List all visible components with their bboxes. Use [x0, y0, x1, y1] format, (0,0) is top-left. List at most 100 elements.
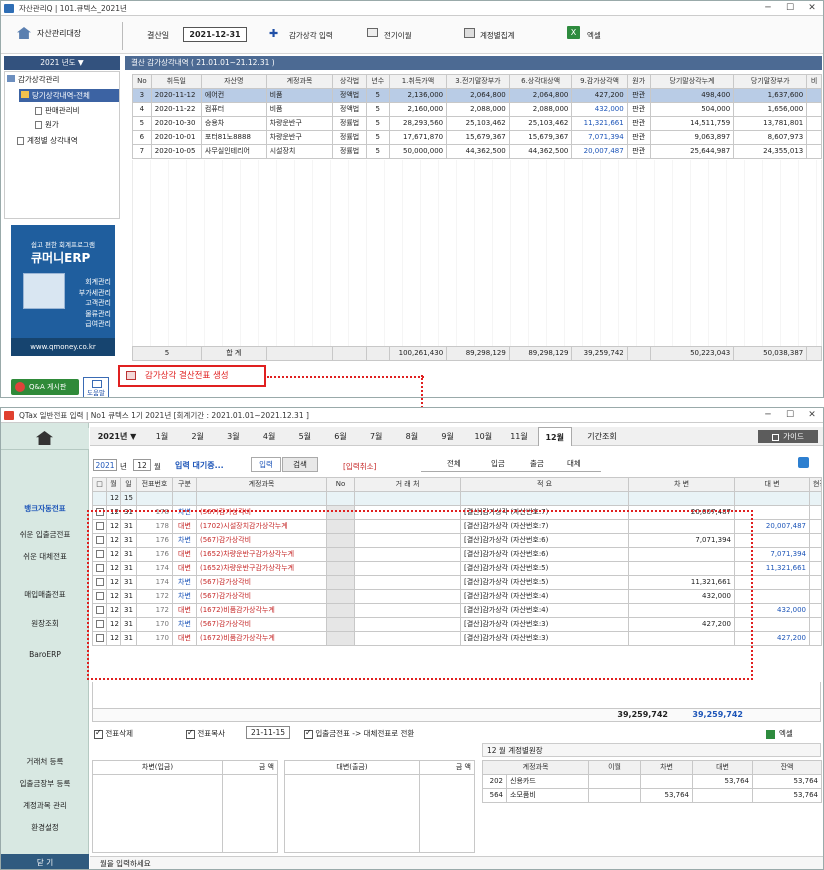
- generate-closing-voucher-button[interactable]: 감가상각 결산전표 생성: [118, 365, 266, 387]
- filter-deposit[interactable]: 입금: [491, 458, 505, 469]
- voucher-col-header[interactable]: 적 요: [460, 477, 629, 492]
- close-icon[interactable]: ✕: [805, 409, 819, 422]
- month-tab-7[interactable]: 7월: [359, 427, 393, 446]
- convert-voucher-checkbox[interactable]: 입출금전표 -> 대체전표로 전환: [304, 728, 414, 739]
- entry-customer[interactable]: [354, 491, 461, 506]
- month-input[interactable]: 12: [133, 459, 151, 471]
- month-tab-8[interactable]: 8월: [395, 427, 429, 446]
- month-tab-1[interactable]: 1월: [145, 427, 179, 446]
- asset-ledger-button[interactable]: 자산관리대장: [13, 25, 113, 45]
- asset-col-header[interactable]: 당기말장부가: [733, 74, 808, 89]
- filter-all[interactable]: 전체: [447, 458, 461, 469]
- entry-day-input[interactable]: 15: [120, 491, 137, 506]
- asset-col-header[interactable]: 취득일: [150, 74, 202, 89]
- asset-row[interactable]: 6 2020-10-01 포터81노8888 차량운반구 정률법 5 17,671,870 1…: [132, 130, 822, 145]
- asset-col-header[interactable]: 상각법: [332, 74, 367, 89]
- entry-site[interactable]: [809, 491, 822, 506]
- sidebar-baroerp[interactable]: BaroERP: [1, 650, 89, 659]
- month-tab-6[interactable]: 6월: [324, 427, 358, 446]
- asset-col-header[interactable]: No: [132, 74, 152, 89]
- sidebar-settings[interactable]: 환경설정: [1, 822, 89, 833]
- tree-item-cost[interactable]: 원가: [35, 119, 59, 130]
- sidebar-cashbook[interactable]: 입출금장부 등록: [1, 778, 89, 789]
- sidebar-easy-cash[interactable]: 쉬운 입출금전표: [1, 529, 89, 540]
- depreciation-input-button[interactable]: 감가상각 입력: [289, 30, 333, 41]
- filter-withdraw[interactable]: 출금: [530, 458, 544, 469]
- maximize-icon[interactable]: ☐: [783, 409, 797, 422]
- asset-row[interactable]: 7 2020-10-05 사무실인테리어 시설장치 정률법 5 50,000,000 44,3…: [132, 144, 822, 159]
- help-button[interactable]: 도움말: [83, 377, 109, 397]
- voucher-col-header[interactable]: 대 변: [734, 477, 810, 492]
- close-icon[interactable]: ✕: [805, 2, 819, 15]
- year-selector[interactable]: 2021 년도 ▼: [4, 56, 120, 70]
- sidebar-ledger[interactable]: 원장조회: [1, 618, 89, 629]
- home-button[interactable]: [1, 428, 89, 450]
- voucher-col-header[interactable]: No: [326, 477, 355, 492]
- sidebar-purchase-sales[interactable]: 매입매출전표: [1, 589, 89, 600]
- refresh-icon[interactable]: [798, 457, 809, 468]
- month-tab-2[interactable]: 2월: [181, 427, 215, 446]
- voucher-col-header[interactable]: 현장: [809, 477, 822, 492]
- carry-forward-button[interactable]: 전기이월: [384, 30, 412, 41]
- entry-month-input[interactable]: 12: [106, 491, 121, 506]
- entry-memo[interactable]: [460, 491, 629, 506]
- tab-input[interactable]: 입력: [251, 457, 281, 472]
- month-tab-9[interactable]: 9월: [431, 427, 465, 446]
- voucher-col-header[interactable]: 거 래 처: [354, 477, 461, 492]
- entry-account[interactable]: [196, 491, 327, 506]
- asset-row[interactable]: 4 2020-11-22 컴퓨터 비품 정액법 5 2,160,000 2,088,000 2,…: [132, 102, 822, 117]
- asset-col-header[interactable]: 비: [806, 74, 822, 89]
- sidebar-easy-transfer[interactable]: 쉬운 대체전표: [1, 551, 89, 562]
- asset-row[interactable]: 3 2020-11-12 에어컨 비품 정액법 5 2,136,000 2,064,800 2,…: [132, 88, 822, 103]
- month-tab-10[interactable]: 10월: [466, 427, 500, 446]
- copy-date-input[interactable]: 21-11-15: [246, 726, 290, 739]
- entry-type[interactable]: [172, 491, 197, 506]
- year-input[interactable]: 2021: [93, 459, 117, 471]
- month-tab-5[interactable]: 5월: [288, 427, 322, 446]
- qa-board-button[interactable]: Q&A 게시판: [11, 379, 79, 395]
- period-search-button[interactable]: 기간조회: [578, 427, 626, 446]
- sidebar-accounts[interactable]: 계정과목 관리: [1, 800, 89, 811]
- asset-col-header[interactable]: 3.전기말장부가: [446, 74, 510, 89]
- asset-col-header[interactable]: 년수: [365, 74, 390, 89]
- account-summary-button[interactable]: 계정별집계: [480, 30, 515, 41]
- tree-item-all[interactable]: 당기상각내역-전체: [19, 89, 119, 102]
- voucher-col-header[interactable]: 구분: [172, 477, 197, 492]
- copy-voucher-checkbox[interactable]: 전표복사: [186, 728, 225, 739]
- guide-button[interactable]: 가이드: [758, 430, 818, 443]
- close-button[interactable]: 닫 기: [1, 854, 89, 869]
- year-menu[interactable]: 2021년 ▼: [93, 427, 141, 446]
- month-tab-3[interactable]: 3월: [216, 427, 250, 446]
- voucher-col-header[interactable]: □: [92, 477, 107, 492]
- voucher-col-header[interactable]: 전표번호: [136, 477, 173, 492]
- minimize-icon[interactable]: ─: [761, 2, 775, 15]
- month-tab-12[interactable]: 12월: [537, 427, 572, 446]
- ledger-row[interactable]: 564 소모품비 53,764 53,764: [482, 788, 823, 803]
- entry-voucher-no[interactable]: [136, 491, 173, 506]
- voucher-col-header[interactable]: 차 변: [628, 477, 735, 492]
- cancel-input-button[interactable]: [입력취소]: [343, 461, 376, 472]
- tree-item-sga[interactable]: 판매관리비: [35, 105, 80, 116]
- asset-col-header[interactable]: 9.감가상각액: [571, 74, 628, 89]
- asset-col-header[interactable]: 당기말상각누계: [649, 74, 735, 89]
- entry-no[interactable]: [326, 491, 355, 506]
- sidebar-customer[interactable]: 거래처 등록: [1, 756, 89, 767]
- close-date-input[interactable]: 2021-12-31: [183, 27, 247, 42]
- sidebar-bank-auto[interactable]: 뱅크자동전표: [1, 503, 89, 514]
- asset-col-header[interactable]: 계정과목: [265, 74, 334, 89]
- asset-col-header[interactable]: 1.취득가액: [388, 74, 448, 89]
- maximize-icon[interactable]: ☐: [783, 2, 797, 15]
- tree-root[interactable]: 감가상각관리: [7, 74, 59, 85]
- month-tab-11[interactable]: 11월: [502, 427, 536, 446]
- excel-button[interactable]: 엑셀: [766, 728, 793, 739]
- entry-credit[interactable]: [734, 491, 810, 506]
- asset-col-header[interactable]: 6.상각대상액: [508, 74, 573, 89]
- filter-transfer[interactable]: 대체: [567, 458, 581, 469]
- asset-row[interactable]: 5 2020-10-30 승용차 차량운반구 정률법 5 28,293,560 25,103,…: [132, 116, 822, 131]
- voucher-col-header[interactable]: 일: [120, 477, 137, 492]
- ad-banner[interactable]: 쉽고 편한 회계프로그램 큐머니ERP 회계관리 부가세관리 고객관리 물류관리 급여관…: [11, 225, 115, 356]
- voucher-col-header[interactable]: 월: [106, 477, 121, 492]
- asset-col-header[interactable]: 원가: [626, 74, 651, 89]
- month-tab-4[interactable]: 4월: [252, 427, 286, 446]
- delete-voucher-checkbox[interactable]: 전표삭제: [94, 728, 133, 739]
